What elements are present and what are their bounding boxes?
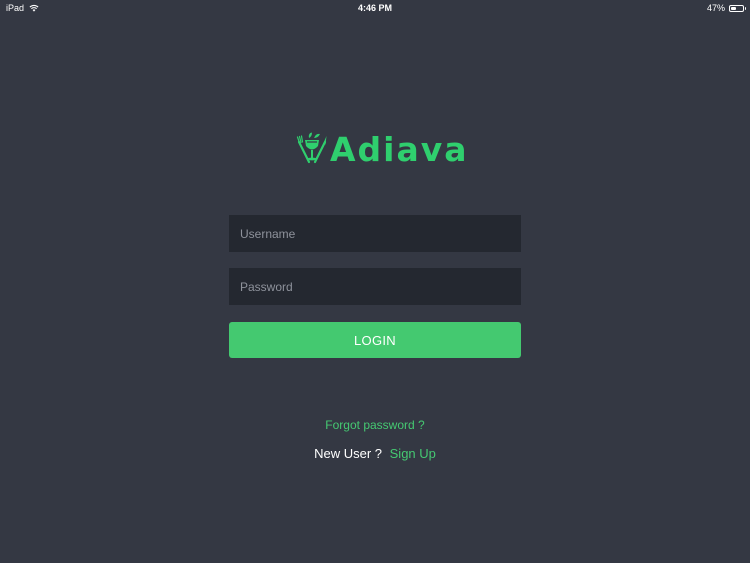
wine-glass-cutlery-icon — [296, 132, 327, 163]
status-bar: iPad 4:46 PM 47% — [0, 0, 750, 16]
login-button[interactable]: LOGIN — [229, 322, 521, 358]
username-input[interactable] — [229, 215, 521, 252]
password-input[interactable] — [229, 268, 521, 305]
new-user-label: New User ? — [314, 446, 383, 461]
sign-up-link[interactable]: Sign Up — [390, 446, 436, 461]
forgot-password-link[interactable]: Forgot password ? — [0, 418, 750, 432]
battery-icon — [729, 4, 746, 12]
status-right: 47% — [706, 3, 746, 13]
brand-name: Adiava — [330, 130, 469, 169]
battery-level — [731, 6, 737, 10]
status-time: 4:46 PM — [357, 3, 392, 13]
signup-prompt: New User ? Sign Up — [0, 446, 750, 461]
brand-logo: Adiava — [296, 130, 469, 169]
battery-percent: 47% — [706, 3, 725, 13]
